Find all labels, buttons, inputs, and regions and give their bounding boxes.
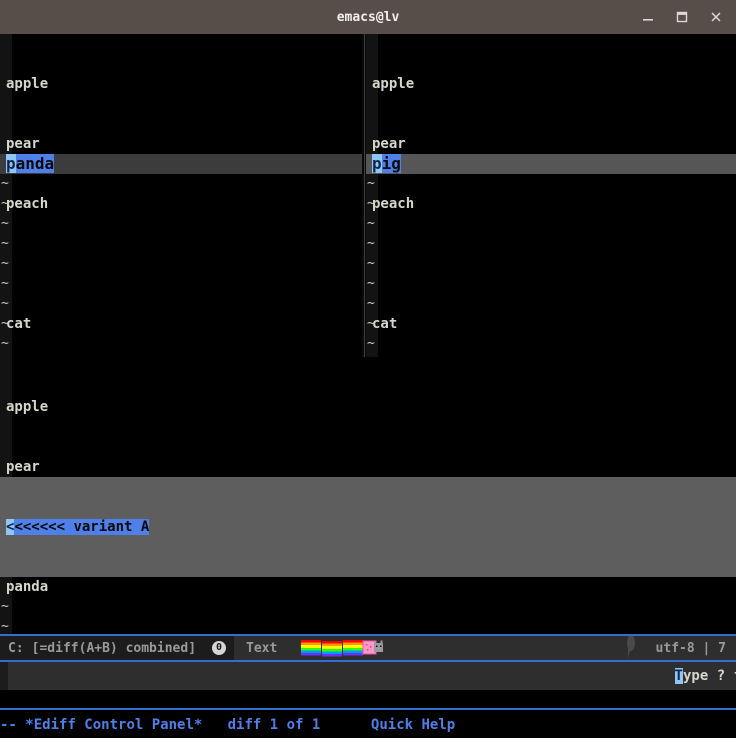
buffer-line-blank <box>372 254 736 274</box>
modeline-c-mode: Text <box>234 636 290 660</box>
conflict-body-variant-a: panda <box>6 579 49 595</box>
minibuffer-cursor: T <box>674 668 683 684</box>
buffer-line: cat <box>372 316 398 332</box>
titlebar: emacs@lv <box>0 0 736 34</box>
buffer-line: apple <box>6 76 49 92</box>
buffer-c-conflict-text[interactable]: <<<<<<< variant A panda >>>>>>> variant … <box>6 477 736 634</box>
buffer-line: pear <box>6 136 40 152</box>
pane-buffer-b[interactable]: ~~~~~~~~~ apple pear peach cat dog pig <box>366 34 736 363</box>
buffer-line: apple <box>6 399 49 415</box>
maximize-icon[interactable] <box>668 3 696 31</box>
modeline-c-left: C: [=diff(A+B) combined] 0 <box>0 636 235 660</box>
close-icon[interactable] <box>702 3 730 31</box>
diff-chunk-a-rest: anda <box>15 154 55 173</box>
modeline-c-coding: utf-8 | 7 <box>655 640 726 656</box>
minibuffer[interactable]: Type ? f <box>0 662 736 690</box>
buffer-line: pear <box>372 136 406 152</box>
buffer-line: pear <box>6 459 40 475</box>
ediff-control-line: -- *Ediff Control Panel* diff 1 of 1 Qui… <box>0 712 736 738</box>
minibuffer-message: ype ? f <box>682 668 736 684</box>
modeline-curve-separator-icon <box>623 636 646 660</box>
minimize-icon[interactable] <box>634 3 662 31</box>
window-title: emacs@lv <box>336 9 400 25</box>
conflict-a-start-rest: <<<<<< variant A <box>14 519 150 535</box>
buffer-line: peach <box>372 196 415 212</box>
modeline-buffer-c[interactable]: C: [=diff(A+B) combined] 0 Text utf-8 | … <box>0 634 736 662</box>
conflict-marker-variant-a-start: <<<<<<< variant A <box>6 517 736 537</box>
modeline-c-badge-icon: 0 <box>212 641 227 655</box>
nyan-cat-progress-icon[interactable] <box>289 636 386 660</box>
diff-chunk-b: pig <box>372 154 401 173</box>
buffer-a-current-line: panda <box>0 154 362 174</box>
buffer-line: cat <box>6 316 32 332</box>
pane-buffer-c[interactable]: ~~ apple pear peach cat dog <<<<<<< vari… <box>0 357 736 634</box>
ediff-separator <box>0 708 736 710</box>
window-controls <box>634 0 730 34</box>
buffer-b-current-line: pig <box>366 154 736 174</box>
modeline-c-right: utf-8 | 7 <box>623 636 736 660</box>
buffer-b-text[interactable]: apple pear peach cat dog <box>372 34 736 363</box>
modeline-c-label: C: <box>8 640 24 656</box>
pane-buffer-a[interactable]: ~~~~~~~~~ apple pear peach cat dog panda <box>0 34 362 363</box>
pane-vertical-divider[interactable] <box>364 34 365 363</box>
ediff-control-panel[interactable]: -- *Ediff Control Panel* diff 1 of 1 Qui… <box>0 690 736 738</box>
minibuffer-left-edge <box>0 662 8 690</box>
buffer-line: peach <box>6 196 49 212</box>
diff-chunk-b-rest: ig <box>381 154 401 173</box>
modeline-c-merge-state: [=diff(A+B) combined] <box>31 640 197 656</box>
cursor-b: p <box>372 154 382 173</box>
ediff-diff-status[interactable]: diff 1 of 1 <box>228 717 321 733</box>
minibuffer-text: Type ? f <box>674 668 736 684</box>
cursor-a: p <box>6 154 16 173</box>
buffer-line: apple <box>372 76 415 92</box>
diff-chunk-a: panda <box>6 154 55 173</box>
ediff-prefix: -- <box>0 717 17 733</box>
ediff-quick-help[interactable]: Quick Help <box>371 717 455 733</box>
emacs-window: emacs@lv ~ ~ ~ ~ ~ ~ ~ ~ ~ apple pear pe… <box>0 0 736 738</box>
buffer-line-blank <box>6 254 362 274</box>
buffer-a-text[interactable]: apple pear peach cat dog <box>6 34 362 363</box>
ediff-buffer-name: *Ediff Control Panel* <box>25 717 203 733</box>
